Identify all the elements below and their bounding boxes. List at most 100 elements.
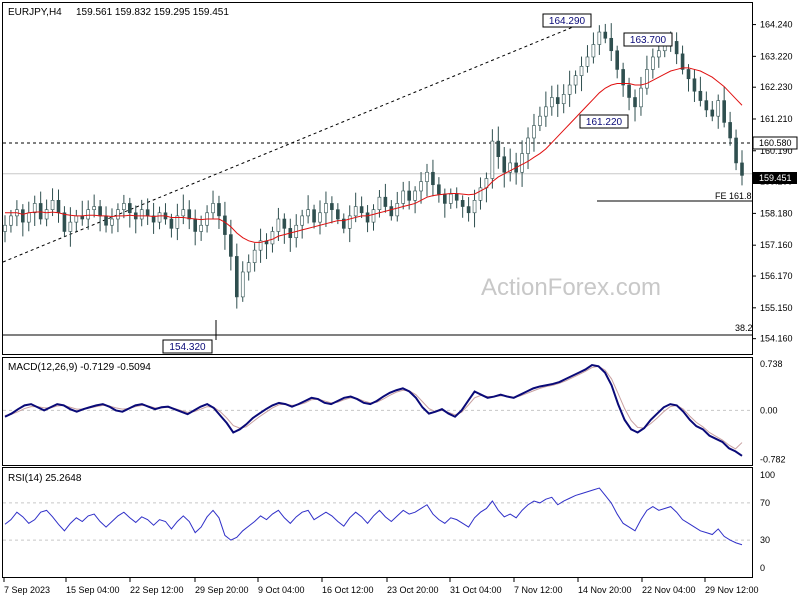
candle-body [674, 41, 679, 55]
candle-body [9, 215, 13, 226]
macd-tick-label: 0.738 [760, 359, 783, 369]
candle-body [413, 190, 417, 201]
candle-body [496, 140, 501, 157]
candle-body [716, 100, 721, 117]
candle-body [395, 203, 400, 217]
ohlc-readout: 159.561 159.832 159.295 159.451 [76, 7, 229, 18]
price-tick-label: 157.160 [760, 240, 793, 250]
candle-body [722, 100, 726, 123]
level-tag-text: 160.580 [759, 138, 792, 148]
callout-low: 154.320 [162, 339, 213, 354]
time-tick-label: 22 Nov 04:00 [642, 585, 696, 595]
rsi-tick-label: 70 [760, 498, 770, 508]
candle-body [579, 66, 584, 76]
candle-body [217, 203, 221, 217]
candle-body [425, 171, 429, 182]
level-tag: 160.580 [752, 136, 798, 150]
macd-title: MACD(12,26,9) -0.7129 -0.5094 [8, 362, 151, 373]
candle-body [128, 203, 132, 214]
candle-body [336, 209, 340, 220]
candle-body [651, 56, 655, 70]
candle-body [110, 218, 114, 226]
candle-body [353, 206, 358, 217]
price-panel-title: EURJPY,H4 [8, 7, 62, 18]
candle-body [460, 200, 465, 207]
price-panel: EURJPY,H4 159.561 159.832 159.295 159.45… [2, 2, 798, 355]
candle-body [401, 190, 406, 204]
candle-body [270, 231, 275, 245]
chart-canvas: EURJPY,H4 159.561 159.832 159.295 159.45… [0, 0, 800, 600]
candle-body [615, 50, 619, 70]
candle-body [550, 97, 554, 108]
candle-body [169, 218, 174, 229]
candle-body [591, 44, 596, 58]
candle-body [300, 215, 304, 226]
candle-body [252, 249, 257, 263]
callout-low-text: 154.320 [169, 342, 206, 353]
time-tick-label: 15 Sep 04:00 [66, 585, 120, 595]
candle-body [86, 209, 91, 220]
time-tick-label: 9 Oct 04:00 [258, 585, 305, 595]
candle-body [371, 209, 376, 223]
candle-body [472, 200, 477, 214]
candle-body [211, 203, 215, 214]
candle-body [145, 209, 150, 217]
candle-body [680, 53, 685, 70]
time-tick-label: 22 Sep 12:00 [130, 585, 184, 595]
time-tick-label: 23 Oct 20:00 [387, 585, 439, 595]
candle-body [32, 203, 37, 214]
candle-body [686, 69, 691, 80]
callout-high-text: 164.290 [549, 16, 586, 27]
price-tick-label: 161.210 [760, 114, 793, 124]
candle-body [312, 209, 316, 223]
price-tick-label: 156.170 [760, 271, 793, 281]
time-tick-label: 14 Nov 20:00 [578, 585, 632, 595]
current-price-tag: 159.451 [753, 172, 797, 184]
candle-body [478, 187, 483, 201]
candle-body [199, 224, 203, 232]
candle-body [306, 209, 310, 217]
candle-body [633, 97, 637, 108]
candle-body [56, 200, 61, 214]
candle-body [627, 84, 631, 98]
callout-swing-low: 161.220 [579, 114, 629, 129]
candle-body [555, 97, 560, 105]
time-tick-label: 29 Sep 20:00 [195, 585, 249, 595]
candle-body [603, 31, 608, 39]
candle-body [466, 206, 471, 214]
candle-body [520, 153, 524, 173]
callout-high: 164.290 [542, 13, 592, 28]
candle-body [157, 212, 162, 223]
price-tick-label: 155.150 [760, 303, 793, 313]
current-price-tag-text: 159.451 [759, 173, 792, 183]
candle-body [21, 209, 25, 223]
candle-body [50, 200, 55, 210]
candle-body [443, 193, 447, 204]
candle-body [656, 50, 661, 58]
rsi-title: RSI(14) 25.2648 [8, 473, 82, 484]
price-tick-label: 164.240 [760, 20, 793, 30]
time-tick-label: 29 Nov 12:00 [705, 585, 759, 595]
candle-body [3, 224, 7, 232]
candle-body [104, 215, 108, 226]
candle-body [282, 218, 287, 229]
fibo-label: 38.2 [735, 323, 753, 333]
candle-body [116, 209, 120, 220]
candle-body [26, 212, 31, 223]
candle-body [454, 193, 459, 201]
candle-body [389, 206, 394, 217]
candle-body [38, 203, 43, 220]
candle-body [567, 84, 572, 95]
candle-body [246, 262, 251, 273]
candle-body [639, 87, 643, 108]
candle-body [139, 209, 144, 220]
rsi-panel: RSI(14) 25.2648 100 70 30 0 [2, 467, 775, 578]
candle-body [122, 203, 126, 210]
candle-body [229, 234, 233, 257]
rsi-tick-label: 0 [760, 563, 765, 573]
candle-body [710, 109, 715, 117]
candle-body [698, 90, 703, 101]
candle-body [502, 156, 507, 173]
callout-swing-high-2-text: 163.700 [630, 35, 667, 46]
candle-body [538, 115, 542, 126]
